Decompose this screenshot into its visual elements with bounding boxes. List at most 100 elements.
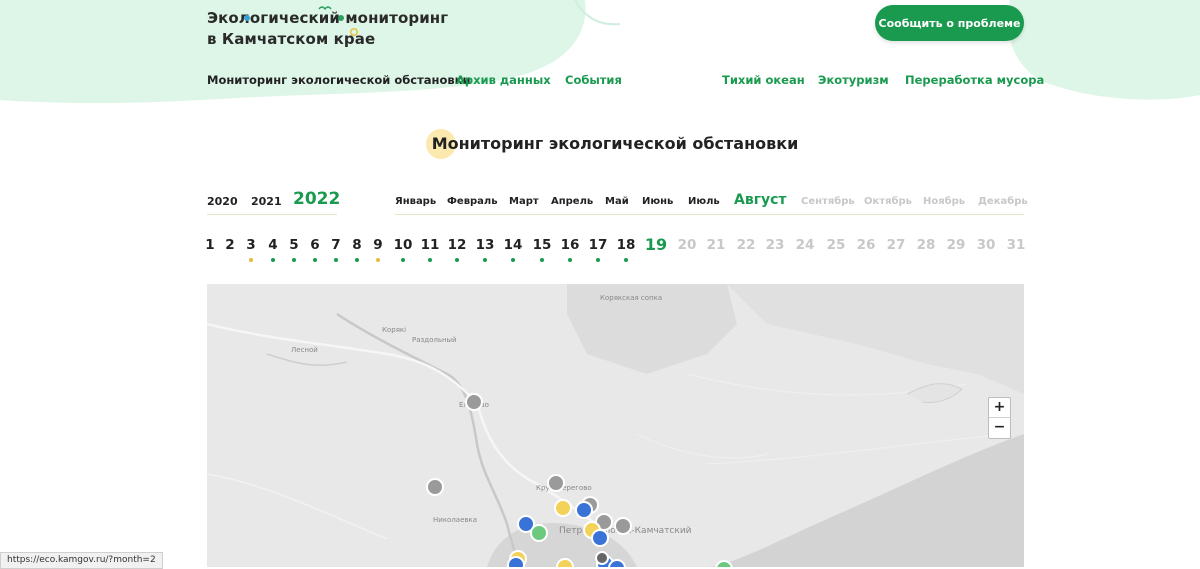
day-13[interactable]: 13 <box>476 237 495 253</box>
map-marker-yellow[interactable] <box>556 558 574 567</box>
month-underline <box>395 214 1024 215</box>
report-problem-button[interactable]: Сообщить о проблеме <box>875 5 1024 41</box>
day-10-indicator-dot <box>401 258 405 262</box>
day-13-indicator-dot <box>483 258 487 262</box>
month-march[interactable]: Март <box>509 196 539 207</box>
nav-waste-recycling[interactable]: Переработка мусора <box>905 73 1044 87</box>
map-marker-blue[interactable] <box>591 529 609 547</box>
month-november: Ноябрь <box>923 196 966 207</box>
month-december: Декабрь <box>978 196 1028 207</box>
nav-ecotourism[interactable]: Экотуризм <box>818 73 889 87</box>
year-underline <box>207 214 337 215</box>
day-19[interactable]: 19 <box>645 235 667 254</box>
site-header: Экологический мониторинг в Камчатском кр… <box>0 0 1200 110</box>
day-3[interactable]: 3 <box>246 237 255 253</box>
map-marker-grey[interactable] <box>614 517 632 535</box>
month-september: Сентябрь <box>801 196 855 207</box>
day-4[interactable]: 4 <box>268 237 277 253</box>
nav-data-archive[interactable]: Архив данных <box>456 73 551 87</box>
sun-icon <box>349 27 359 37</box>
zoom-out-button[interactable]: − <box>989 417 1010 437</box>
map-marker-yellow[interactable] <box>554 499 572 517</box>
day-21: 21 <box>706 237 726 253</box>
day-1[interactable]: 1 <box>205 237 214 253</box>
day-5[interactable]: 5 <box>289 237 298 253</box>
map-zoom-control: + − <box>988 397 1011 439</box>
month-october: Октябрь <box>864 196 912 207</box>
page-title: Мониторинг экологической обстановки <box>431 134 799 153</box>
map-marker-grey[interactable] <box>595 551 609 565</box>
day-8[interactable]: 8 <box>352 237 361 253</box>
day-10[interactable]: 10 <box>394 237 413 253</box>
map-label-razdolny: Раздольный <box>412 336 457 344</box>
month-august[interactable]: Август <box>734 192 787 208</box>
map-marker-grey[interactable] <box>465 393 483 411</box>
month-january[interactable]: Январь <box>395 196 436 207</box>
day-29: 29 <box>946 237 966 253</box>
leaf-icon <box>338 15 344 21</box>
day-12-indicator-dot <box>455 258 459 262</box>
day-14-indicator-dot <box>511 258 515 262</box>
map-marker-blue[interactable] <box>608 559 626 567</box>
map-marker-blue[interactable] <box>507 556 525 567</box>
month-february[interactable]: Февраль <box>447 196 498 207</box>
day-16[interactable]: 16 <box>561 237 580 253</box>
day-4-indicator-dot <box>271 258 275 262</box>
day-12[interactable]: 12 <box>448 237 467 253</box>
day-9[interactable]: 9 <box>373 237 382 253</box>
year-2021[interactable]: 2021 <box>251 195 282 208</box>
day-17-indicator-dot <box>596 258 600 262</box>
map-label-koryakskaya: Корякская сопка <box>600 294 662 302</box>
month-may[interactable]: Май <box>605 196 629 207</box>
bird-icon <box>318 6 332 11</box>
map-marker-grey[interactable] <box>426 478 444 496</box>
nav-pacific-ocean[interactable]: Тихий океан <box>722 73 805 87</box>
day-15[interactable]: 15 <box>533 237 552 253</box>
day-6-indicator-dot <box>313 258 317 262</box>
day-18[interactable]: 18 <box>617 237 636 253</box>
map-marker-grey[interactable] <box>547 474 565 492</box>
drop-icon <box>244 15 250 21</box>
day-16-indicator-dot <box>568 258 572 262</box>
day-30: 30 <box>976 237 996 253</box>
site-title-line-2: в Камчатском крае <box>207 30 376 48</box>
map-label-nikolaevka: Николаевка <box>433 516 477 524</box>
day-3-indicator-dot <box>249 258 253 262</box>
month-april[interactable]: Апрель <box>551 196 593 207</box>
day-15-indicator-dot <box>540 258 544 262</box>
day-18-indicator-dot <box>624 258 628 262</box>
day-14[interactable]: 14 <box>504 237 523 253</box>
nav-events[interactable]: События <box>565 73 622 87</box>
day-11-indicator-dot <box>428 258 432 262</box>
map-view[interactable]: Корякская сопка Корякі Раздольный Лесной… <box>207 284 1024 567</box>
day-11[interactable]: 11 <box>421 237 440 253</box>
day-22: 22 <box>736 237 756 253</box>
day-23: 23 <box>765 237 785 253</box>
day-2[interactable]: 2 <box>225 237 234 253</box>
day-28: 28 <box>916 237 936 253</box>
day-6[interactable]: 6 <box>310 237 319 253</box>
nav-monitoring[interactable]: Мониторинг экологической обстановки <box>207 73 471 87</box>
day-27: 27 <box>886 237 906 253</box>
browser-status-url: https://eco.kamgov.ru/?month=2 <box>0 552 163 569</box>
day-25: 25 <box>826 237 846 253</box>
map-marker-blue[interactable] <box>575 501 593 519</box>
day-26: 26 <box>856 237 876 253</box>
day-7[interactable]: 7 <box>331 237 340 253</box>
month-july[interactable]: Июль <box>688 196 720 207</box>
day-7-indicator-dot <box>334 258 338 262</box>
day-8-indicator-dot <box>355 258 359 262</box>
zoom-in-button[interactable]: + <box>989 398 1010 417</box>
day-24: 24 <box>795 237 815 253</box>
year-2020[interactable]: 2020 <box>207 195 238 208</box>
map-label-lesnoy: Лесной <box>291 346 318 354</box>
map-marker-green[interactable] <box>530 524 548 542</box>
day-17[interactable]: 17 <box>589 237 608 253</box>
day-selector: 1 2 3 4 5 6 7 8 9 10 11 12 13 14 15 16 17 18 19 20 21 22 23 24 2… <box>0 235 1200 267</box>
year-2022[interactable]: 2022 <box>293 189 340 209</box>
day-5-indicator-dot <box>292 258 296 262</box>
month-june[interactable]: Июнь <box>642 196 673 207</box>
day-9-indicator-dot <box>376 258 380 262</box>
map-label-koryaki: Корякі <box>382 326 406 334</box>
day-31: 31 <box>1006 237 1026 253</box>
